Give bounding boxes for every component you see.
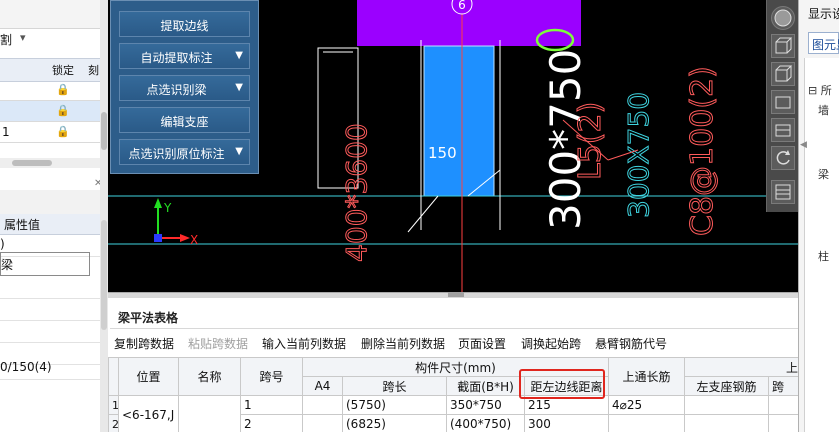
property-row[interactable] <box>0 276 100 299</box>
span-number-header: 跨号 <box>240 357 303 396</box>
pick-identify-beam-button[interactable]: 点选识别梁 ▼ <box>119 75 250 101</box>
property-row[interactable] <box>0 298 100 321</box>
lock-icon[interactable]: 🔒 <box>56 104 70 117</box>
view-toolbar <box>766 0 799 212</box>
top-group-header: 上部 <box>683 357 798 377</box>
a4-cell[interactable] <box>302 395 343 415</box>
lock-column-header: 锁定 <box>52 64 74 77</box>
page-setup-button[interactable]: 页面设置 <box>458 335 506 352</box>
caret-down-icon[interactable]: ▼ <box>235 50 243 61</box>
property-value: 梁 <box>1 258 14 272</box>
caret-down-icon[interactable]: ▼ <box>235 82 243 93</box>
layer-row-label: 1 <box>2 125 10 139</box>
box-view-icon[interactable] <box>771 90 795 114</box>
left-support-rebar-cell[interactable] <box>684 414 769 432</box>
display-settings-title: 显示设 <box>808 7 839 21</box>
tree-item[interactable]: 墙 <box>818 102 829 118</box>
name-header: 名称 <box>178 357 241 396</box>
left-toolbar-strip <box>0 0 100 29</box>
y-axis-label: Y <box>163 201 172 215</box>
sphere-view-icon[interactable] <box>771 6 795 30</box>
red-annotation-3: C8@100(2) <box>685 66 720 236</box>
extract-edge-button[interactable]: 提取边线 <box>119 11 250 37</box>
span-header: 跨 <box>767 376 798 396</box>
paste-span-data-button[interactable]: 粘贴跨数据 <box>188 335 248 352</box>
top-through-rebar-cell[interactable] <box>608 414 685 432</box>
red-annotation-2: L5(2) <box>573 102 608 180</box>
tree-item[interactable]: ⊟ 所 <box>808 82 832 98</box>
chevron-down-icon[interactable]: ▾ <box>20 31 26 44</box>
left-support-rebar-header: 左支座钢筋 <box>684 376 769 396</box>
input-column-data-button[interactable]: 输入当前列数据 <box>262 335 346 352</box>
section-header: 截面(B*H) <box>446 376 525 396</box>
copy-span-data-button[interactable]: 复制跨数据 <box>114 335 174 352</box>
beam-table-title: 梁平法表格 <box>118 311 179 325</box>
property-toolbar <box>0 190 100 215</box>
lock-icon[interactable]: 🔒 <box>56 125 70 138</box>
layer-table-header: 锁定 刻 <box>0 58 100 82</box>
grid-view-icon[interactable] <box>771 180 795 204</box>
property-value: 0/150(4) <box>0 360 52 374</box>
rotate-icon[interactable] <box>771 146 795 170</box>
pick-identify-inplace-annotation-button[interactable]: 点选识别原位标注 ▼ <box>119 139 250 165</box>
layer-row[interactable]: 🔒 <box>0 80 100 101</box>
splitter-grip-icon[interactable] <box>448 292 464 297</box>
cube-view-icon[interactable] <box>771 62 795 86</box>
span-cell[interactable] <box>767 414 798 432</box>
cantilever-rebar-code-button[interactable]: 悬臂钢筋代号 <box>595 335 667 352</box>
x-axis-label: X <box>190 233 198 247</box>
section-cell[interactable]: 350*750 <box>446 395 525 415</box>
span-length-header: 跨长 <box>342 376 447 396</box>
red-annotation-1: 400*3600 <box>340 123 373 262</box>
span-length-cell[interactable]: (5750) <box>342 395 447 415</box>
layer-view-icon[interactable] <box>771 118 795 142</box>
property-row[interactable] <box>0 320 100 343</box>
a4-header: A4 <box>302 376 343 396</box>
tree-item[interactable]: 梁 <box>818 166 829 182</box>
position-header: 位置 <box>118 357 179 396</box>
property-row[interactable]: 0/150(4) <box>0 357 100 380</box>
delete-column-data-button[interactable]: 删除当前列数据 <box>361 335 445 352</box>
layer-row[interactable]: 🔒 <box>0 101 100 122</box>
divider <box>110 328 798 329</box>
3d-view-icon[interactable] <box>771 34 795 58</box>
axis-number: 6 <box>458 0 466 12</box>
lock-icon[interactable]: 🔒 <box>56 83 70 96</box>
horizontal-scrollbar[interactable] <box>0 158 100 168</box>
split-label: 割 <box>0 33 13 47</box>
span-cell[interactable] <box>767 395 798 415</box>
table-row[interactable]: 1 <6-167,J 1 (5750) 350*750 215 4⌀25 <box>108 395 798 432</box>
cyan-annotation: 300X750 <box>622 92 655 218</box>
position-cell[interactable]: <6-167,J <box>118 395 179 432</box>
edit-support-button[interactable]: 编辑支座 <box>119 107 250 133</box>
tree-item[interactable]: 柱 <box>818 248 829 264</box>
left-support-rebar-cell[interactable] <box>684 395 769 415</box>
row-number-header <box>108 357 119 396</box>
extra-column-header: 刻 <box>88 64 99 77</box>
top-through-rebar-cell[interactable]: 4⌀25 <box>608 395 685 415</box>
recognition-command-panel: 提取边线 自动提取标注 ▼ 点选识别梁 ▼ 编辑支座 点选识别原位标注 ▼ <box>110 0 259 174</box>
span-number-cell[interactable]: 2 <box>240 414 303 432</box>
layer-row[interactable]: 1 🔒 <box>0 122 100 143</box>
beam-width-label: 150 <box>428 144 457 162</box>
distance-left-edge-cell[interactable]: 300 <box>524 414 609 432</box>
caret-down-icon[interactable]: ▼ <box>235 146 243 157</box>
red-highlight-box <box>519 369 605 399</box>
span-number-cell[interactable]: 1 <box>240 395 303 415</box>
tab-element-display[interactable]: 图元显 <box>808 32 839 54</box>
blue-column <box>424 46 494 196</box>
section-cell[interactable]: (400*750) <box>446 414 525 432</box>
span-length-cell[interactable]: (6825) <box>342 414 447 432</box>
top-through-rebar-header: 上通长筋 <box>608 357 685 396</box>
vertical-scrollbar[interactable] <box>100 0 108 432</box>
auto-extract-annotation-button[interactable]: 自动提取标注 ▼ <box>119 43 250 69</box>
swap-start-span-button[interactable]: 调换起始跨 <box>521 335 581 352</box>
property-value: ) <box>0 237 5 251</box>
beam-table: 位置 名称 跨号 构件尺寸(mm) 上通长筋 上部 A4 跨长 截面(B*H) … <box>108 357 798 432</box>
name-cell[interactable] <box>178 395 241 432</box>
chevron-left-icon[interactable]: ◀ <box>800 140 807 150</box>
property-row-selected[interactable]: 梁 <box>0 252 90 276</box>
property-value-header: 属性值 <box>4 218 41 232</box>
a4-cell[interactable] <box>302 414 343 432</box>
